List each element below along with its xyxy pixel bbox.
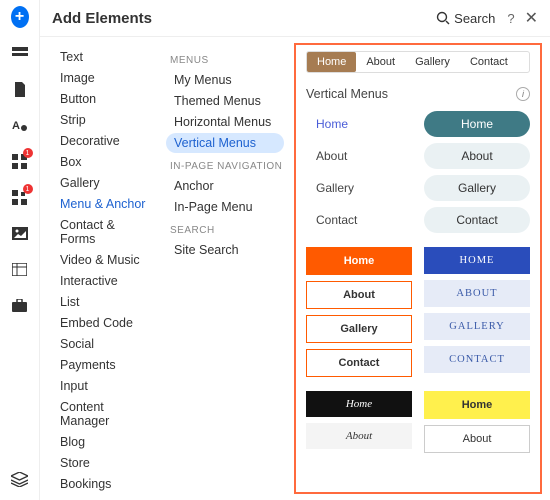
vmenu-item[interactable]: Gallery: [424, 175, 530, 201]
vmenu-item[interactable]: About: [424, 143, 530, 169]
category-item[interactable]: Contact & Forms: [54, 215, 154, 249]
vmenu-item[interactable]: Home: [306, 111, 412, 137]
vmenu-item[interactable]: Home: [306, 247, 412, 275]
left-icon-rail: + A 1 1: [0, 0, 40, 500]
subcategory-item[interactable]: In-Page Menu: [166, 197, 284, 217]
section-icon[interactable]: [11, 44, 29, 62]
category-item[interactable]: Gallery: [54, 173, 154, 193]
category-item[interactable]: Payments: [54, 355, 154, 375]
page-icon[interactable]: [11, 80, 29, 98]
badge-icon: 1: [23, 184, 33, 194]
media-icon[interactable]: [11, 224, 29, 242]
vmenu-item[interactable]: Contact: [306, 207, 412, 233]
category-item[interactable]: Events: [54, 495, 154, 500]
category-item[interactable]: Video & Music: [54, 250, 154, 270]
vertical-menu-sample-dark[interactable]: Home About: [306, 391, 412, 453]
subcategory-list: MENUS My MenusThemed MenusHorizontal Men…: [160, 37, 290, 500]
vertical-menu-sample-pills[interactable]: Home About Gallery Contact: [424, 111, 530, 233]
category-item[interactable]: Box: [54, 152, 154, 172]
category-item[interactable]: Content Manager: [54, 397, 154, 431]
category-item[interactable]: List: [54, 292, 154, 312]
apps-icon[interactable]: 1: [11, 152, 29, 170]
category-item[interactable]: Image: [54, 68, 154, 88]
vertical-menu-sample-serif[interactable]: HOME ABOUT GALLERY CONTACT: [424, 247, 530, 377]
vertical-menu-sample-yellow[interactable]: Home About: [424, 391, 530, 453]
horizontal-menu-sample[interactable]: Home About Gallery Contact: [306, 51, 530, 73]
panel-header: Add Elements Search ? ✕: [40, 0, 550, 37]
group-title-search: SEARCH: [170, 225, 284, 236]
hmenu-item[interactable]: Gallery: [405, 52, 460, 72]
category-item[interactable]: Bookings: [54, 474, 154, 494]
vmenu-item[interactable]: Gallery: [306, 175, 412, 201]
subcategory-item[interactable]: Horizontal Menus: [166, 112, 284, 132]
badge-icon: 1: [23, 148, 33, 158]
vmenu-item[interactable]: CONTACT: [424, 346, 530, 373]
search-icon[interactable]: [436, 11, 450, 25]
add-button[interactable]: +: [11, 8, 29, 26]
category-item[interactable]: Input: [54, 376, 154, 396]
vmenu-item[interactable]: About: [306, 423, 412, 449]
vmenu-item[interactable]: About: [306, 143, 412, 169]
vmenu-item[interactable]: Home: [306, 391, 412, 417]
plugins-icon[interactable]: 1: [11, 188, 29, 206]
search-label[interactable]: Search: [454, 11, 495, 26]
close-icon[interactable]: ✕: [525, 8, 538, 28]
category-item[interactable]: Embed Code: [54, 313, 154, 333]
category-item[interactable]: Social: [54, 334, 154, 354]
preview-area: Home About Gallery Contact Vertical Menu…: [294, 43, 542, 494]
vmenu-item[interactable]: Home: [424, 111, 530, 137]
vmenu-item[interactable]: Home: [424, 391, 530, 419]
vmenu-item[interactable]: About: [424, 425, 530, 453]
category-item[interactable]: Strip: [54, 110, 154, 130]
vertical-menu-sample-plain[interactable]: Home About Gallery Contact: [306, 111, 412, 233]
group-title-menus: MENUS: [170, 55, 284, 66]
category-item[interactable]: Blog: [54, 432, 154, 452]
svg-text:A: A: [12, 120, 20, 132]
subcategory-item[interactable]: Vertical Menus: [166, 133, 284, 153]
hmenu-item[interactable]: About: [356, 52, 405, 72]
hmenu-item[interactable]: Home: [307, 52, 356, 72]
data-icon[interactable]: [11, 260, 29, 278]
vmenu-item[interactable]: Gallery: [306, 315, 412, 343]
vmenu-item[interactable]: ABOUT: [424, 280, 530, 307]
category-list: TextImageButtonStripDecorativeBoxGallery…: [40, 37, 160, 500]
category-item[interactable]: Text: [54, 47, 154, 67]
vmenu-item[interactable]: GALLERY: [424, 313, 530, 340]
category-item[interactable]: Store: [54, 453, 154, 473]
layers-icon[interactable]: [11, 470, 29, 488]
vmenu-item[interactable]: Contact: [424, 207, 530, 233]
vmenu-item[interactable]: About: [306, 281, 412, 309]
help-icon[interactable]: ?: [507, 11, 514, 26]
subcategory-item[interactable]: Anchor: [166, 176, 284, 196]
business-icon[interactable]: [11, 296, 29, 314]
subcategory-item[interactable]: Themed Menus: [166, 91, 284, 111]
category-item[interactable]: Menu & Anchor: [54, 194, 154, 214]
category-item[interactable]: Interactive: [54, 271, 154, 291]
vmenu-item[interactable]: HOME: [424, 247, 530, 274]
category-item[interactable]: Button: [54, 89, 154, 109]
subcategory-item[interactable]: My Menus: [166, 70, 284, 90]
subcategory-item[interactable]: Site Search: [166, 240, 284, 260]
info-icon[interactable]: i: [516, 87, 530, 101]
vertical-menu-sample-orange[interactable]: Home About Gallery Contact: [306, 247, 412, 377]
group-title-inpage: IN-PAGE NAVIGATION: [170, 161, 284, 172]
category-item[interactable]: Decorative: [54, 131, 154, 151]
vmenu-item[interactable]: Contact: [306, 349, 412, 377]
section-title: Vertical Menus: [306, 87, 388, 101]
design-icon[interactable]: A: [11, 116, 29, 134]
panel-title: Add Elements: [52, 10, 152, 27]
hmenu-item[interactable]: Contact: [460, 52, 518, 72]
